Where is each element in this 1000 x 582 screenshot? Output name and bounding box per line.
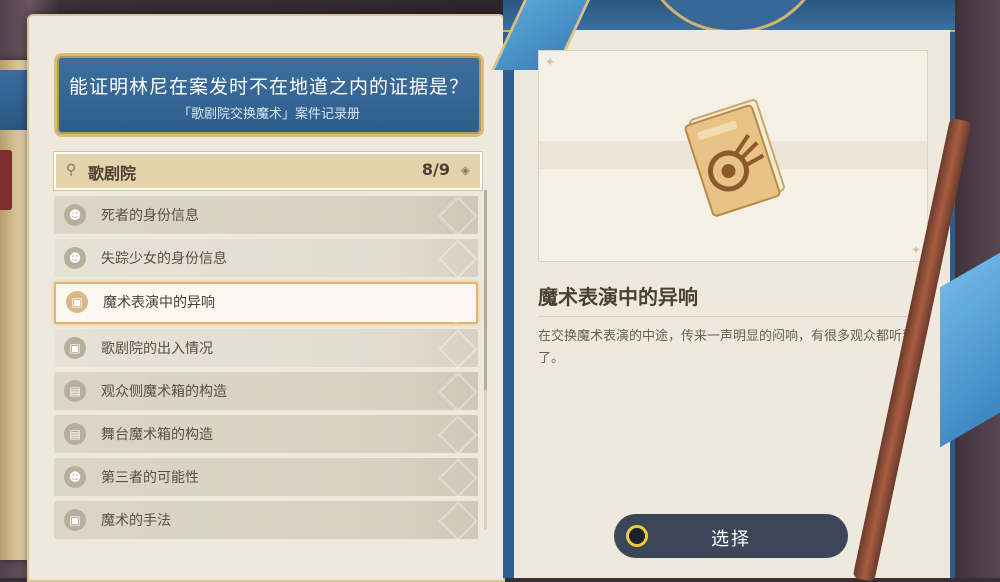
question-title: 能证明林尼在案发时不在地道之内的证据是？ <box>68 76 469 98</box>
location-name: 歌剧院 <box>88 164 137 183</box>
scrollbar-thumb[interactable] <box>484 190 487 390</box>
diamond-decoration-icon <box>438 239 478 279</box>
diamond-decoration-icon <box>438 196 478 236</box>
location-header[interactable]: ⚲ 歌剧院 8/9 ◈ <box>54 152 482 190</box>
sparkle-icon: ✦ <box>545 55 556 69</box>
person-icon: ☻ <box>64 247 86 269</box>
clue-item-selected[interactable]: ▣ 魔术表演中的异响 <box>54 282 478 324</box>
detail-description: 在交换魔术表演的中途，传来一声明显的闷响，有很多观众都听到了。 <box>538 329 916 366</box>
clue-item[interactable]: ▤ 舞台魔术箱的构造 <box>54 415 478 455</box>
clue-list: ☻ 死者的身份信息 ☻ 失踪少女的身份信息 ▣ 魔术表演中的异响 ▣ 歌剧院的出… <box>54 196 478 544</box>
clue-item[interactable]: ▣ 歌剧院的出入情况 <box>54 329 478 369</box>
box-icon: ▤ <box>64 380 86 402</box>
document-book-icon <box>684 99 785 217</box>
clue-count: 8/9 <box>421 160 450 179</box>
diamond-decoration-icon <box>438 329 478 369</box>
side-book-tab <box>0 150 12 210</box>
person-icon: ☻ <box>64 204 86 226</box>
clue-item[interactable]: ☻ 失踪少女的身份信息 <box>54 239 478 279</box>
box-icon: ▤ <box>64 423 86 445</box>
clue-card-icon: ▣ <box>64 337 86 359</box>
clue-item[interactable]: ▣ 魔术的手法 <box>54 501 478 541</box>
sparkle-icon: ✦ <box>910 243 921 257</box>
clue-label: 舞台魔术箱的构造 <box>101 427 213 443</box>
clue-label: 魔术的手法 <box>101 513 171 529</box>
clue-item[interactable]: ☻ 死者的身份信息 <box>54 196 478 236</box>
diamond-decoration-icon <box>438 372 478 412</box>
detail-title: 魔术表演中的异响 <box>538 285 698 309</box>
map-pin-icon: ⚲ <box>66 162 77 178</box>
clue-list-scrollbar[interactable] <box>484 190 487 530</box>
clue-label: 失踪少女的身份信息 <box>101 251 227 267</box>
clue-item[interactable]: ▤ 观众侧魔术箱的构造 <box>54 372 478 412</box>
diamond-decoration-icon <box>438 501 478 541</box>
question-banner: 能证明林尼在案发时不在地道之内的证据是？ 「歌剧院交换魔术」案件记录册 <box>54 53 484 137</box>
clue-item[interactable]: ☻ 第三者的可能性 <box>54 458 478 498</box>
select-button-label: 选择 <box>711 529 751 550</box>
clue-card-icon: ▣ <box>66 291 88 313</box>
clue-label: 魔术表演中的异响 <box>103 295 215 311</box>
question-subtitle: 「歌剧院交换魔术」案件记录册 <box>177 107 360 122</box>
clue-list-panel: 能证明林尼在案发时不在地道之内的证据是？ 「歌剧院交换魔术」案件记录册 ⚲ 歌剧… <box>27 14 505 582</box>
diamond-decoration-icon <box>436 284 476 324</box>
clue-label: 第三者的可能性 <box>101 470 199 486</box>
side-ribbon <box>0 70 30 130</box>
diamond-decoration-icon <box>438 458 478 498</box>
diamond-decoration-icon <box>438 415 478 455</box>
divider <box>538 316 928 317</box>
diamond-icon: ◈ <box>460 163 470 177</box>
select-button[interactable]: 选择 <box>614 514 848 558</box>
clue-label: 歌剧院的出入情况 <box>101 341 213 357</box>
clue-label: 死者的身份信息 <box>101 208 199 224</box>
clue-label: 观众侧魔术箱的构造 <box>101 384 227 400</box>
clue-card-icon: ▣ <box>64 509 86 531</box>
person-icon: ☻ <box>64 466 86 488</box>
clue-image-box: ✦ ✦ <box>538 50 928 262</box>
